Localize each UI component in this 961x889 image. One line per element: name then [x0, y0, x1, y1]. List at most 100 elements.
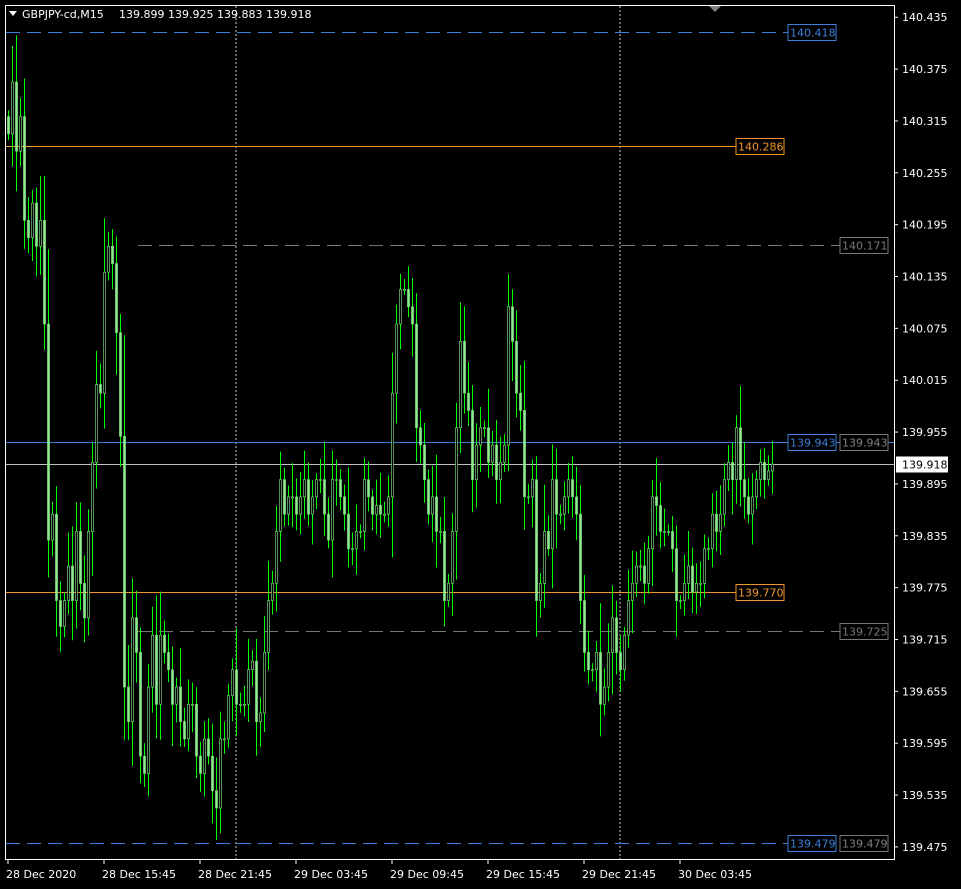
candle-body	[239, 704, 242, 706]
candle-body	[475, 444, 478, 480]
candle-body	[219, 738, 222, 809]
time-tick-label: 29 Dec 09:45	[390, 868, 464, 881]
level-label: 139.770	[738, 587, 784, 600]
candle-body	[759, 462, 762, 480]
candle-body	[191, 704, 194, 706]
time-tick-label: 29 Dec 03:45	[294, 868, 368, 881]
candle-body	[159, 634, 162, 705]
candle-body	[315, 479, 318, 498]
candle-body	[471, 410, 474, 480]
candle-body	[667, 531, 670, 533]
candle-body	[243, 704, 246, 706]
candle-body	[439, 531, 442, 533]
price-tick-label: 139.655	[902, 685, 948, 698]
candle-body	[263, 652, 266, 714]
candle-body	[115, 263, 118, 333]
candle-body	[595, 652, 598, 671]
candle-body	[359, 531, 362, 533]
time-tick-label: 28 Dec 15:45	[102, 868, 176, 881]
candle-body	[579, 513, 582, 601]
candle-body	[571, 479, 574, 498]
price-tick-label: 139.715	[902, 633, 948, 646]
candle-body	[467, 392, 470, 411]
candle-body	[35, 202, 38, 247]
price-tick-label: 139.475	[902, 841, 948, 854]
candle-body	[19, 116, 22, 152]
price-tick-label: 139.895	[902, 478, 948, 491]
candle-body	[327, 513, 330, 541]
candle-body	[111, 245, 114, 264]
candle-body	[167, 652, 170, 671]
candle-body	[663, 531, 666, 533]
candle-body	[367, 479, 370, 498]
candle-body	[55, 513, 58, 601]
candle-body	[155, 634, 158, 705]
candle-body	[711, 513, 714, 550]
price-tick-label: 140.135	[902, 271, 948, 284]
time-tick-label: 28 Dec 2020	[6, 868, 76, 881]
candle-body	[391, 392, 394, 498]
candle-body	[455, 427, 458, 532]
candle-body	[707, 548, 710, 551]
candle-body	[223, 738, 226, 741]
candle-body	[163, 634, 166, 653]
candle-body	[371, 496, 374, 515]
candle-body	[271, 583, 274, 601]
candle-body	[187, 704, 190, 740]
level-label: 139.943	[790, 437, 836, 450]
candle-body	[147, 686, 150, 774]
candle-body	[403, 289, 406, 291]
ohlc-values: 139.899 139.925 139.883 139.918	[119, 8, 311, 21]
candle-body	[631, 583, 634, 601]
candle-body	[331, 479, 334, 541]
candle-body	[95, 384, 98, 463]
candle-body	[671, 531, 674, 550]
candle-body	[499, 462, 502, 480]
candle-body	[415, 323, 418, 429]
candle-body	[731, 462, 734, 480]
candle-body	[291, 496, 294, 499]
candle-body	[623, 634, 626, 671]
price-chart[interactable]: 140.418 140.286 140.171 139.943 139.943 139.7…	[0, 0, 961, 889]
candle-body	[647, 548, 650, 584]
candle-body	[199, 755, 202, 774]
candle-body	[175, 686, 178, 705]
candle-body	[587, 652, 590, 671]
candle-body	[339, 479, 342, 498]
candle-body	[531, 479, 534, 498]
price-tick-label: 139.775	[902, 582, 948, 595]
candle-body	[227, 695, 230, 740]
candle-body	[27, 220, 30, 238]
candle-body	[411, 306, 414, 325]
candle-body	[699, 583, 702, 585]
current-price-label: 139.918	[902, 459, 948, 472]
candle-body	[207, 738, 210, 757]
candle-body	[307, 479, 310, 515]
candle-body	[83, 583, 86, 619]
candle-body	[539, 583, 542, 601]
candle-body	[59, 600, 62, 627]
candle-body	[619, 652, 622, 671]
candle-body	[683, 583, 686, 601]
price-tick-label: 139.535	[902, 789, 948, 802]
candle-body	[383, 513, 386, 516]
time-tick-label: 30 Dec 03:45	[678, 868, 752, 881]
candle-body	[431, 496, 434, 515]
candle-body	[723, 479, 726, 515]
candle-body	[519, 392, 522, 411]
candle-body	[135, 617, 138, 653]
candle-body	[463, 341, 466, 394]
candle-body	[459, 341, 462, 429]
candle-body	[351, 548, 354, 551]
candle-body	[47, 323, 50, 541]
candle-body	[15, 81, 18, 152]
candle-body	[599, 652, 602, 705]
time-tick-label: 29 Dec 21:45	[582, 868, 656, 881]
time-tick-label: 28 Dec 21:45	[198, 868, 272, 881]
candle-body	[643, 565, 646, 584]
candle-body	[639, 565, 642, 568]
candle-body	[535, 479, 538, 601]
candle-body	[119, 332, 122, 437]
candle-body	[7, 116, 10, 135]
candle-body	[547, 531, 550, 550]
